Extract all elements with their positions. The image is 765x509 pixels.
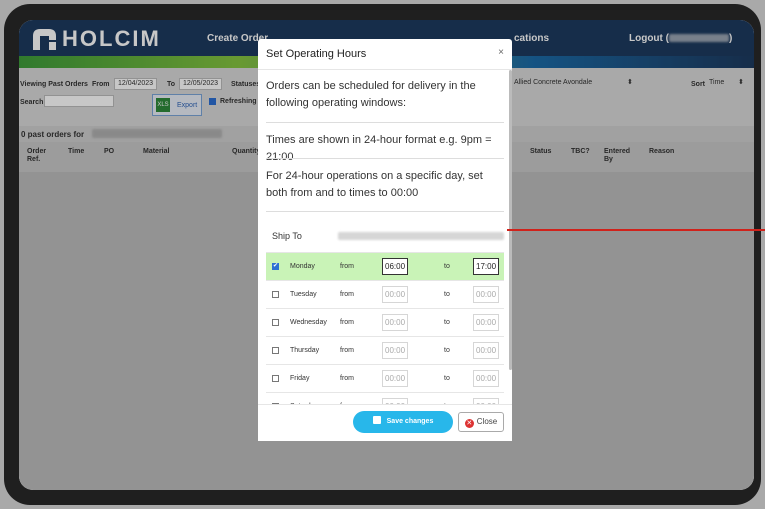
to-label: to [444, 291, 450, 298]
to-time-input[interactable]: 00:00 [473, 314, 499, 331]
day-label: Friday [290, 375, 310, 382]
day-label: Wednesday [290, 319, 327, 326]
annotation-line [507, 229, 765, 231]
close-label: Close [476, 417, 498, 426]
app-screen: HOLCIM Create Order cations Logout () Vi… [19, 20, 754, 490]
from-time-input[interactable]: 00:00 [382, 342, 408, 359]
to-label: to [444, 263, 450, 270]
modal-scrollbar[interactable] [509, 70, 512, 370]
day-row-tuesday: Tuesday from 00:00 to 00:00 [266, 280, 504, 308]
info-paragraph-24h: For 24-hour operations on a specific day… [266, 170, 483, 199]
from-label: from [340, 375, 354, 382]
day-checkbox[interactable] [272, 375, 279, 382]
to-time-input[interactable]: 00:00 [473, 286, 499, 303]
check-icon: ✔ [273, 263, 279, 269]
day-checkbox[interactable] [272, 291, 279, 298]
close-icon[interactable]: × [498, 47, 504, 58]
divider [266, 122, 504, 123]
from-time-input[interactable]: 00:00 [382, 314, 408, 331]
redacted-ship-to [338, 232, 504, 240]
day-checkbox[interactable] [272, 347, 279, 354]
from-label: from [340, 263, 354, 270]
day-label: Tuesday [290, 291, 317, 298]
from-label: from [340, 319, 354, 326]
to-time-input[interactable]: 00:00 [473, 370, 499, 387]
day-row-wednesday: Wednesday from 00:00 to 00:00 [266, 308, 504, 336]
divider [266, 158, 504, 159]
operating-hours-modal: Set Operating Hours × Orders can be sche… [258, 39, 512, 441]
save-icon [372, 416, 381, 424]
from-label: from [340, 347, 354, 354]
day-row-monday: ✔ Monday from 06:00 to 17:00 [266, 252, 504, 280]
from-time-input[interactable]: 00:00 [382, 370, 408, 387]
to-label: to [444, 375, 450, 382]
day-row-thursday: Thursday from 00:00 to 00:00 [266, 336, 504, 364]
save-label: Save changes [386, 418, 434, 425]
day-checkbox[interactable] [272, 319, 279, 326]
from-time-input[interactable]: 00:00 [382, 286, 408, 303]
to-label: to [444, 347, 450, 354]
info-paragraph-format: Times are shown in 24-hour format e.g. 9… [266, 134, 492, 163]
divider [266, 211, 504, 212]
save-changes-button[interactable]: Save changes [353, 411, 453, 433]
day-checkbox[interactable]: ✔ [272, 263, 279, 270]
to-time-input[interactable]: 17:00 [473, 258, 499, 275]
modal-title: Set Operating Hours [266, 48, 367, 60]
info-paragraph-windows: Orders can be scheduled for delivery in … [266, 80, 476, 109]
ship-to-row: Ship To [266, 221, 504, 249]
modal-body[interactable]: Orders can be scheduled for delivery in … [258, 70, 512, 404]
close-circle-icon: ✕ [464, 419, 474, 428]
day-label: Monday [290, 263, 315, 270]
from-label: from [340, 291, 354, 298]
modal-footer: Save changes ✕ Close [258, 404, 512, 441]
day-row-saturday: Saturdayfrom00:00to00:00 [266, 392, 504, 404]
from-time-input[interactable]: 06:00 [382, 258, 408, 275]
ship-to-label: Ship To [272, 231, 302, 241]
close-button[interactable]: ✕ Close [458, 412, 504, 432]
day-row-friday: Friday from 00:00 to 00:00 [266, 364, 504, 392]
to-time-input[interactable]: 00:00 [473, 342, 499, 359]
day-label: Thursday [290, 347, 320, 354]
to-label: to [444, 319, 450, 326]
